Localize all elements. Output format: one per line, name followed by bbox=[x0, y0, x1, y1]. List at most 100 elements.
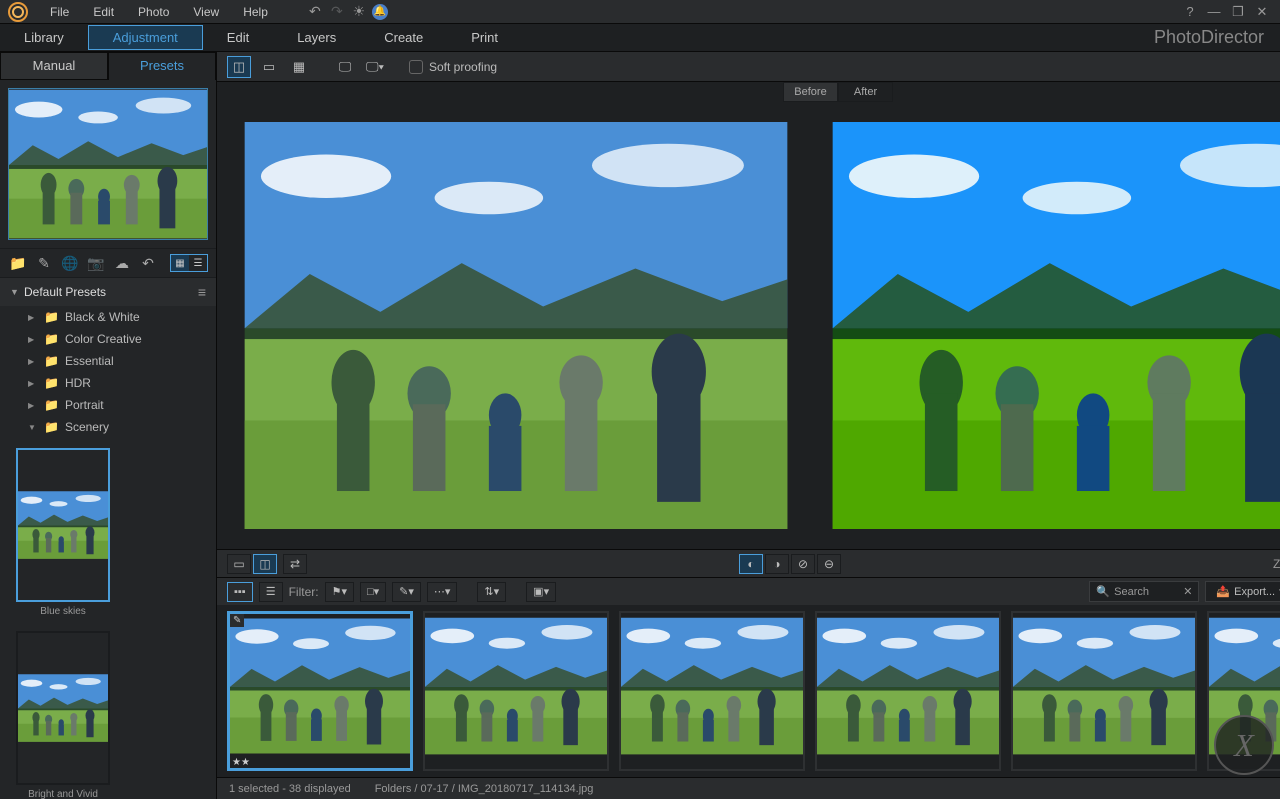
settings-icon[interactable]: ☀ bbox=[350, 3, 368, 21]
folder-label: HDR bbox=[65, 376, 91, 390]
film-thumb[interactable] bbox=[423, 611, 609, 771]
layout2-icon[interactable]: ◫ bbox=[253, 554, 277, 574]
import-preset-icon[interactable]: 📁 bbox=[8, 253, 28, 273]
section-label: Default Presets bbox=[24, 285, 106, 299]
filter-flag-icon[interactable]: ⚑▾ bbox=[325, 582, 354, 602]
folder-icon: 📁 bbox=[44, 398, 59, 412]
before-pane[interactable] bbox=[229, 122, 803, 529]
menu-help[interactable]: Help bbox=[233, 3, 278, 21]
soft-proof-checkbox[interactable] bbox=[409, 60, 423, 74]
folder-color-creative[interactable]: ▶ 📁 Color Creative bbox=[0, 328, 216, 350]
swap-icon[interactable]: ⇄ bbox=[283, 554, 307, 574]
mode-create[interactable]: Create bbox=[360, 26, 447, 49]
chevron-icon: ▶ bbox=[28, 401, 38, 410]
folder-essential[interactable]: ▶📁Essential bbox=[0, 350, 216, 372]
before-tab[interactable]: Before bbox=[783, 82, 838, 102]
filmstrip[interactable]: ✎ ★★ bbox=[217, 605, 1280, 777]
menu-view[interactable]: View bbox=[183, 3, 229, 21]
statusbar: 1 selected - 38 displayed Folders / 07-1… bbox=[217, 777, 1280, 799]
camera-icon[interactable]: 📷 bbox=[86, 253, 106, 273]
section-default-presets[interactable]: ▼ Default Presets ≡ bbox=[0, 278, 216, 306]
app-logo-icon bbox=[8, 2, 28, 22]
folder-label: Essential bbox=[65, 354, 114, 368]
screen2-icon[interactable]: 🖵▾ bbox=[363, 56, 387, 78]
split-b-icon[interactable]: ⊖ bbox=[817, 554, 841, 574]
modebar: Library Adjustment Edit Layers Create Pr… bbox=[0, 24, 1280, 52]
cloud-icon[interactable]: ☁ bbox=[112, 253, 132, 273]
chevron-icon: ▶ bbox=[28, 335, 38, 344]
notification-icon[interactable]: 🔔 bbox=[372, 4, 388, 20]
mode-layers[interactable]: Layers bbox=[273, 26, 360, 49]
chevron-down-icon: ▼ bbox=[10, 287, 24, 297]
folder-icon: 📁 bbox=[44, 332, 59, 346]
mode-print[interactable]: Print bbox=[447, 26, 522, 49]
thumb-small-icon[interactable]: ☰ bbox=[259, 582, 283, 602]
folder-label: Black & White bbox=[65, 310, 140, 324]
selection-status: 1 selected - 38 displayed bbox=[229, 783, 351, 795]
film-thumb[interactable] bbox=[815, 611, 1001, 771]
single-mode-icon[interactable]: ▭ bbox=[257, 56, 281, 78]
help-icon[interactable]: ? bbox=[1180, 4, 1200, 19]
side-tab-manual[interactable]: Manual bbox=[0, 52, 108, 80]
sort-icon[interactable]: ⇅▾ bbox=[477, 582, 506, 602]
minimize-icon[interactable]: — bbox=[1204, 4, 1224, 19]
preset-blue-skies[interactable]: Blue skies bbox=[16, 448, 110, 617]
folder-portrait[interactable]: ▶ 📁 Portrait bbox=[0, 394, 216, 416]
preset-view-toggle[interactable]: ▦ ☰ bbox=[170, 254, 208, 272]
section-options-icon[interactable]: ≡ bbox=[198, 284, 206, 300]
split-t-icon[interactable]: ⊘ bbox=[791, 554, 815, 574]
sidebar: Manual Presets 📁 ✎ 🌐 📷 ☁ ↶ ▦ ☰ ▼ Default… bbox=[0, 52, 217, 799]
export-button[interactable]: 📤 Export...▾ bbox=[1205, 581, 1280, 602]
redo-icon[interactable]: ↷ bbox=[328, 3, 346, 21]
edited-badge-icon: ✎ bbox=[230, 614, 244, 627]
grid-view-icon[interactable]: ▦ bbox=[171, 255, 189, 271]
preset-bright-and-vivid[interactable]: Bright and Vivid bbox=[16, 631, 110, 799]
search-input[interactable]: 🔍 Search✕ bbox=[1089, 581, 1199, 602]
after-pane[interactable] bbox=[817, 122, 1280, 529]
thumb-large-icon[interactable]: ▪▪▪ bbox=[227, 582, 253, 602]
after-tab[interactable]: After bbox=[838, 82, 893, 102]
film-thumb[interactable] bbox=[1011, 611, 1197, 771]
compare-mode-icon[interactable]: ◫ bbox=[227, 56, 251, 78]
menu-file[interactable]: File bbox=[40, 3, 79, 21]
watermark-icon: X bbox=[1214, 715, 1274, 775]
undo-icon[interactable]: ↶ bbox=[306, 3, 324, 21]
close-icon[interactable]: ✕ bbox=[1252, 4, 1272, 20]
mode-library[interactable]: Library bbox=[0, 26, 88, 49]
filter-more-icon[interactable]: ⋯▾ bbox=[427, 582, 458, 602]
brand-label: PhotoDirector bbox=[1154, 27, 1264, 48]
path-status: Folders / 07-17 / IMG_20180717_114134.jp… bbox=[375, 783, 594, 795]
film-thumb[interactable] bbox=[619, 611, 805, 771]
maximize-icon[interactable]: ❐ bbox=[1228, 4, 1248, 20]
mode-edit[interactable]: Edit bbox=[203, 26, 273, 49]
viewer: ◫ ▭ ▦ 🖵 🖵▾ Soft proofing 🔍 ✋ Before Afte… bbox=[217, 52, 1280, 799]
film-thumb[interactable]: ✎ ★★ bbox=[227, 611, 413, 771]
folder-black-white[interactable]: ▶📁Black & White bbox=[0, 306, 216, 328]
mode-adjustment[interactable]: Adjustment bbox=[88, 25, 203, 50]
screen1-icon[interactable]: 🖵 bbox=[333, 56, 357, 78]
chevron-icon: ▶ bbox=[28, 379, 38, 388]
menu-edit[interactable]: Edit bbox=[83, 3, 124, 21]
rating-stars[interactable]: ★★ bbox=[232, 757, 250, 768]
globe-icon[interactable]: 🌐 bbox=[60, 253, 80, 273]
folder-label: Color Creative bbox=[65, 332, 142, 346]
folder-label: Portrait bbox=[65, 398, 104, 412]
folder-icon: 📁 bbox=[44, 310, 59, 324]
zoom-label: Zoom: bbox=[1273, 557, 1280, 571]
folder-icon: 📁 bbox=[44, 354, 59, 368]
folder-hdr[interactable]: ▶📁HDR bbox=[0, 372, 216, 394]
menu-photo[interactable]: Photo bbox=[128, 3, 179, 21]
side-tab-presets[interactable]: Presets bbox=[108, 52, 216, 80]
undo-preset-icon[interactable]: ↶ bbox=[138, 253, 158, 273]
brush-icon[interactable]: ✎ bbox=[34, 253, 54, 273]
layout1-icon[interactable]: ▭ bbox=[227, 554, 251, 574]
soft-proof-label: Soft proofing bbox=[429, 60, 497, 74]
list-view-icon[interactable]: ☰ bbox=[189, 255, 207, 271]
folder-scenery[interactable]: ▼📁Scenery bbox=[0, 416, 216, 438]
grid-mode-icon[interactable]: ▦ bbox=[287, 56, 311, 78]
split-v-icon[interactable]: ◑ bbox=[765, 554, 789, 574]
filter-edited-icon[interactable]: ✎▾ bbox=[392, 582, 421, 602]
filter-label-icon[interactable]: □▾ bbox=[360, 582, 386, 602]
stack-icon[interactable]: ▣▾ bbox=[526, 582, 556, 602]
split-h-icon[interactable]: ◐ bbox=[739, 554, 763, 574]
